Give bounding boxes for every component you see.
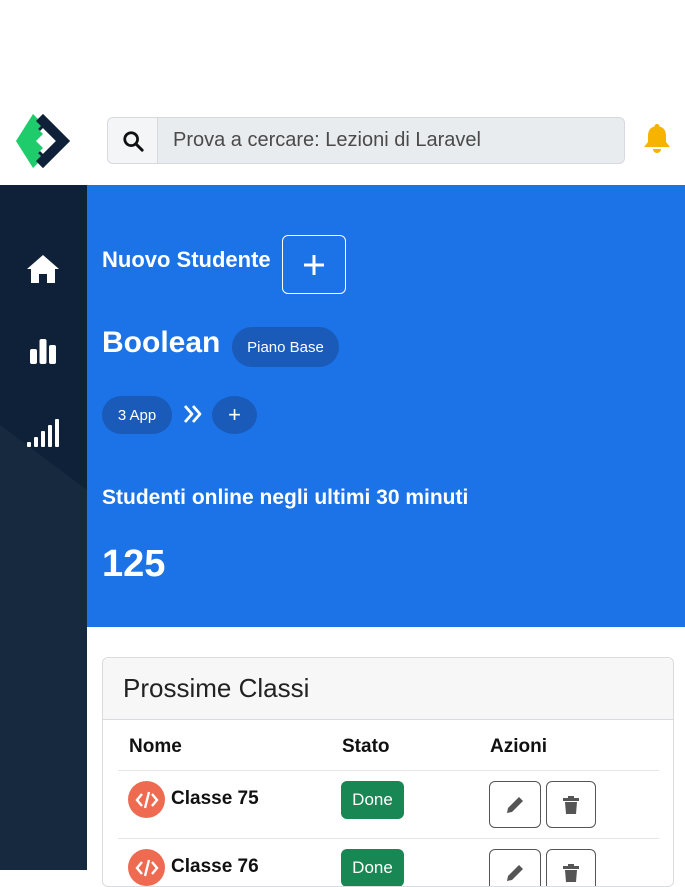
apps-badge[interactable]: 3 App	[102, 396, 172, 434]
plus-icon	[304, 254, 324, 275]
table-header: Nome Stato Azioni	[118, 720, 659, 771]
class-name: Classe 75	[171, 788, 259, 809]
online-students-label: Studenti online negli ultimi 30 minuti	[102, 486, 469, 509]
new-student-label: Nuovo Studente	[102, 247, 271, 272]
home-icon	[27, 255, 59, 283]
search-bar	[107, 117, 625, 164]
status-badge: Done	[341, 781, 404, 819]
edit-button[interactable]	[489, 781, 541, 828]
search-icon	[122, 130, 144, 152]
column-header-actions: Azioni	[490, 736, 547, 757]
sidebar	[0, 185, 87, 870]
trash-icon	[563, 795, 579, 814]
sidebar-item-stats[interactable]	[22, 330, 64, 372]
app-logo[interactable]	[14, 112, 72, 170]
plan-badge: Piano Base	[232, 327, 339, 367]
delete-button[interactable]	[546, 781, 596, 828]
trash-icon	[563, 863, 579, 882]
edit-button[interactable]	[489, 849, 541, 886]
table-row: Classe 75 Done	[118, 771, 659, 839]
top-bar	[0, 96, 685, 185]
upcoming-classes-card: Prossime Classi Nome Stato Azioni Classe…	[102, 657, 674, 887]
sidebar-item-home[interactable]	[22, 248, 64, 290]
bar-chart-icon	[30, 339, 56, 364]
school-name: Boolean	[102, 326, 221, 359]
code-icon	[128, 781, 165, 818]
column-header-name: Nome	[129, 736, 182, 757]
notifications-button[interactable]	[642, 122, 672, 154]
delete-button[interactable]	[546, 849, 596, 886]
pencil-icon	[507, 796, 523, 813]
pencil-icon	[507, 864, 523, 881]
double-chevron-right-icon	[183, 405, 202, 423]
status-badge: Done	[341, 849, 404, 886]
table-row: Classe 76 Done	[118, 839, 659, 886]
class-name: Classe 76	[171, 856, 259, 877]
online-students-count: 125	[102, 543, 166, 585]
add-app-button[interactable]: +	[212, 396, 257, 434]
signal-icon	[27, 419, 59, 447]
sidebar-item-signal[interactable]	[22, 412, 64, 454]
search-button[interactable]	[108, 118, 158, 163]
card-title: Prossime Classi	[103, 658, 673, 720]
code-icon	[128, 849, 165, 886]
school-summary-panel: Nuovo Studente Boolean Piano Base 3 App …	[87, 185, 685, 627]
bell-icon	[644, 124, 670, 153]
column-header-status: Stato	[342, 736, 390, 757]
search-input[interactable]	[158, 118, 624, 163]
add-student-button[interactable]	[282, 235, 346, 294]
